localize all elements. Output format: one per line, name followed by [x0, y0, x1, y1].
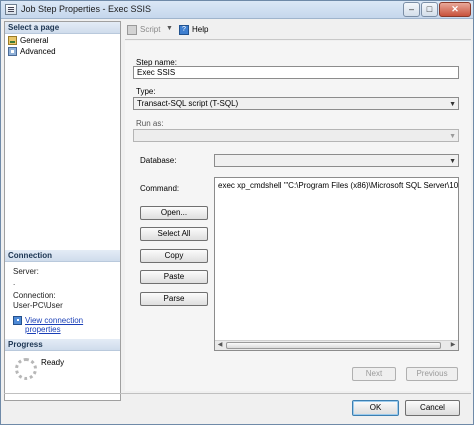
command-text: exec xp_cmdshell '"C:\Program Files (x86…: [218, 181, 459, 190]
page-item-advanced[interactable]: Advanced: [8, 46, 56, 57]
help-button[interactable]: ? Help: [179, 25, 208, 35]
open-button[interactable]: Open...: [140, 206, 208, 220]
page-item-general[interactable]: General: [8, 35, 48, 46]
command-label: Command:: [140, 184, 180, 193]
ok-button[interactable]: OK: [352, 400, 399, 416]
server-value: .: [13, 278, 16, 287]
type-select[interactable]: Transact-SQL script (T-SQL) ▼: [133, 97, 459, 110]
chevron-down-icon: ▼: [449, 158, 456, 165]
job-step-properties-window: Job Step Properties - Exec SSIS – □ ✕ Se…: [0, 0, 474, 425]
connection-header: Connection: [5, 250, 120, 262]
next-button[interactable]: Next: [352, 367, 396, 381]
left-pane: Select a page General Advanced Connectio…: [4, 21, 121, 401]
view-connection-properties-link[interactable]: View connection properties: [13, 316, 120, 334]
help-label: Help: [192, 25, 209, 34]
help-icon: ?: [179, 25, 189, 35]
scroll-right-icon[interactable]: ▶: [448, 341, 458, 350]
database-label: Database:: [140, 156, 177, 165]
run-as-label: Run as:: [136, 119, 164, 128]
chevron-down-icon: ▼: [449, 133, 456, 140]
server-label: Server:: [13, 267, 39, 276]
connection-value: User-PC\User: [13, 301, 63, 310]
general-page-content: Step name: Exec SSIS Type: Transact-SQL …: [125, 41, 471, 391]
close-button[interactable]: ✕: [439, 2, 471, 17]
title-bar[interactable]: Job Step Properties - Exec SSIS – □ ✕: [1, 1, 473, 19]
connection-properties-icon: [13, 316, 22, 325]
window-title: Job Step Properties - Exec SSIS: [21, 4, 152, 14]
type-label: Type:: [136, 87, 156, 96]
database-select[interactable]: ▼: [214, 154, 459, 167]
copy-button[interactable]: Copy: [140, 249, 208, 263]
script-icon: [127, 25, 137, 35]
link-label: View connection properties: [25, 316, 84, 334]
advanced-page-icon: [8, 47, 17, 56]
select-page-header: Select a page: [5, 22, 120, 34]
select-all-button[interactable]: Select All: [140, 227, 208, 241]
script-label: Script: [140, 25, 161, 34]
toolbar: Script ▼ ? Help: [125, 23, 471, 37]
progress-status: Ready: [41, 358, 65, 367]
toolbar-divider: [125, 39, 471, 40]
page-item-label: General: [20, 36, 49, 45]
chevron-down-icon: ▼: [449, 101, 456, 108]
horizontal-scrollbar[interactable]: ◀ ▶: [215, 340, 458, 350]
cancel-button[interactable]: Cancel: [405, 400, 460, 416]
type-select-value: Transact-SQL script (T-SQL): [137, 99, 239, 108]
maximize-button[interactable]: □: [421, 2, 438, 17]
footer-divider: [4, 393, 471, 394]
previous-button[interactable]: Previous: [406, 367, 458, 381]
command-textarea[interactable]: exec xp_cmdshell '"C:\Program Files (x86…: [214, 177, 459, 351]
connection-label: Connection:: [13, 291, 56, 300]
paste-button[interactable]: Paste: [140, 270, 208, 284]
progress-header: Progress: [5, 339, 120, 351]
scroll-thumb[interactable]: [226, 342, 441, 349]
progress-spinner-icon: [15, 358, 37, 380]
script-dropdown-arrow[interactable]: ▼: [166, 25, 173, 32]
general-page-icon: [8, 36, 17, 45]
parse-button[interactable]: Parse: [140, 292, 208, 306]
run-as-select[interactable]: ▼: [133, 129, 459, 142]
scroll-left-icon[interactable]: ◀: [215, 341, 225, 350]
minimize-button[interactable]: –: [403, 2, 420, 17]
step-name-input[interactable]: Exec SSIS: [133, 66, 459, 79]
window-app-icon: [5, 4, 17, 15]
page-item-label: Advanced: [20, 47, 56, 56]
script-button[interactable]: Script: [127, 25, 160, 35]
